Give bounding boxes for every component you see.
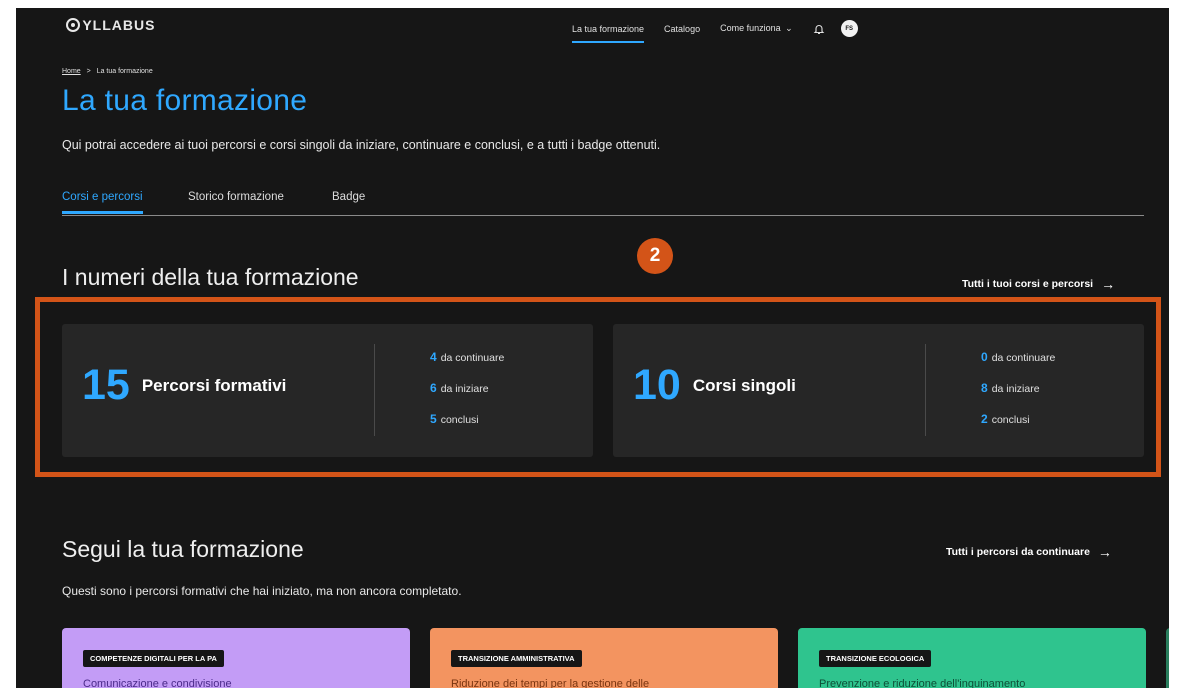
course-tag: TRANSIZIONE ECOLOGICA (819, 650, 932, 667)
stat-main: 10 Corsi singoli (633, 364, 796, 407)
stat-item-count: 2 (981, 412, 988, 426)
stat-item-conclusi[interactable]: 2 conclusi (981, 412, 1055, 426)
logo[interactable]: SYLLABUS (66, 17, 155, 33)
breadcrumb-separator: > (86, 68, 91, 75)
stat-label: Percorsi formativi (141, 375, 287, 395)
arrow-right-icon: → (1101, 276, 1116, 292)
app-screen: SYLLABUS La tua formazione Catalogo Come… (16, 8, 1169, 688)
all-courses-link-label: Tutti i tuoi corsi e percorsi (962, 278, 1094, 290)
nav-link-catalogo[interactable]: Catalogo (664, 24, 700, 34)
avatar[interactable]: FS (840, 20, 858, 37)
continue-courses-link-label: Tutti i percorsi da continuare (946, 546, 1090, 558)
step-marker-badge: 2 (637, 238, 673, 274)
stat-item-da-continuare[interactable]: 0 da continuare (981, 350, 1055, 364)
stat-item-da-continuare[interactable]: 4 da continuare (430, 350, 504, 364)
tab-bar: Corsi e percorsi Storico formazione Badg… (62, 191, 1144, 216)
course-title: Comunicazione e condivisione (83, 678, 232, 688)
logo-text: SYLLABUS (72, 17, 156, 33)
stat-item-label: da iniziare (991, 383, 1040, 395)
course-title: Prevenzione e riduzione dell'inquinament… (819, 678, 1026, 688)
stat-item-da-iniziare[interactable]: 8 da iniziare (981, 381, 1055, 395)
breadcrumb: Home > La tua formazione (62, 68, 153, 75)
course-cards-row: COMPETENZE DIGITALI PER LA PA Comunicazi… (62, 628, 1169, 688)
stat-item-label: conclusi (440, 414, 479, 426)
course-tag: TRANSIZIONE AMMINISTRATIVA (451, 650, 582, 667)
breadcrumb-home[interactable]: Home (62, 68, 81, 75)
nav-link-come-funziona-label: Come funziona (720, 23, 781, 33)
stat-item-count: 0 (981, 350, 988, 364)
stat-item-conclusi[interactable]: 5 conclusi (430, 412, 504, 426)
stat-count: 15 (82, 361, 130, 409)
numbers-section-title: I numeri della tua formazione (62, 264, 359, 290)
tab-storico-formazione[interactable]: Storico formazione (188, 191, 284, 203)
breadcrumb-current: La tua formazione (96, 68, 153, 75)
stat-item-label: da continuare (440, 352, 505, 364)
stat-label: Corsi singoli (692, 375, 796, 395)
course-tag: COMPETENZE DIGITALI PER LA PA (83, 650, 224, 667)
arrow-right-icon: → (1097, 544, 1112, 560)
course-card[interactable]: TRANSIZIONE AMMINISTRATIVA Riduzione dei… (430, 628, 778, 688)
course-card[interactable]: TRANSIZIONE ECOLOGICA Prevenzione e ridu… (798, 628, 1146, 688)
nav-link-come-funziona[interactable]: Come funziona ⌄ (720, 23, 793, 34)
tab-badge[interactable]: Badge (332, 191, 365, 203)
stat-item-count: 6 (430, 381, 437, 395)
page-title: La tua formazione (62, 84, 308, 117)
follow-section-title: Segui la tua formazione (62, 536, 304, 562)
nav-link-la-tua-formazione[interactable]: La tua formazione (572, 24, 645, 43)
chevron-down-icon: ⌄ (785, 23, 793, 33)
stat-item-count: 8 (981, 381, 988, 395)
stat-item-da-iniziare[interactable]: 6 da iniziare (430, 381, 504, 395)
logo-mark-icon (66, 18, 80, 32)
stat-item-count: 5 (430, 412, 437, 426)
stat-item-label: da continuare (991, 352, 1056, 364)
stat-count: 10 (633, 361, 681, 409)
stat-item-label: conclusi (991, 414, 1030, 426)
stat-card-percorsi[interactable]: 15 Percorsi formativi 4 da continuare 6 da… (62, 324, 593, 457)
stat-breakdown: 0 da continuare 8 da iniziare 2 conclusi (981, 350, 1055, 426)
course-card[interactable]: COMPETENZE DIGITALI PER LA PA Comunicazi… (62, 628, 410, 688)
all-courses-link[interactable]: Tutti i tuoi corsi e percorsi → (962, 276, 1115, 292)
stat-card-corsi-singoli[interactable]: 10 Corsi singoli 0 da continuare 8 da iniz… (613, 324, 1144, 457)
stat-main: 15 Percorsi formativi (82, 364, 286, 407)
follow-subtitle: Questi sono i percorsi formativi che hai… (62, 584, 462, 598)
course-title: Riduzione dei tempi per la gestione dell… (451, 678, 650, 688)
stat-item-count: 4 (430, 350, 437, 364)
stat-divider (925, 344, 926, 436)
stat-item-label: da iniziare (440, 383, 489, 395)
page-intro: Qui potrai accedere ai tuoi percorsi e c… (62, 138, 661, 152)
continue-courses-link[interactable]: Tutti i percorsi da continuare → (946, 544, 1112, 560)
nav-links: La tua formazione Catalogo Come funziona… (572, 20, 858, 43)
top-nav: SYLLABUS La tua formazione Catalogo Come… (16, 8, 1169, 44)
tab-corsi-e-percorsi[interactable]: Corsi e percorsi (62, 191, 143, 214)
stat-breakdown: 4 da continuare 6 da iniziare 5 conclusi (430, 350, 504, 426)
course-card-peek[interactable] (1166, 628, 1169, 688)
bell-icon[interactable] (813, 23, 825, 35)
stat-divider (374, 344, 375, 436)
